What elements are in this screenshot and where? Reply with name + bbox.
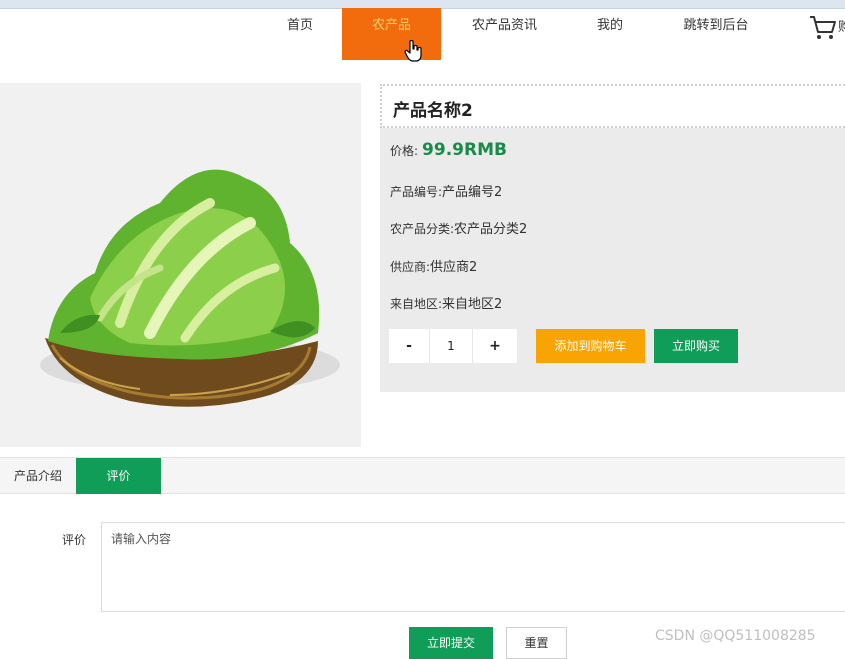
nav-item-admin[interactable]: 跳转到后台 xyxy=(674,8,758,60)
product-image xyxy=(0,83,361,447)
product-info-panel: 价格: 99.9RMB 产品编号:产品编号2 农产品分类:农产品分类2 供应商:供… xyxy=(380,128,845,392)
quantity-input[interactable]: 1 xyxy=(429,329,473,363)
region-row: 来自地区:来自地区2 xyxy=(390,293,502,312)
region-label: 来自地区: xyxy=(390,297,443,311)
nav-item-home[interactable]: 首页 xyxy=(270,8,330,60)
region-value: 来自地区2 xyxy=(442,297,503,312)
tab-product-intro[interactable]: 产品介绍 xyxy=(0,458,76,494)
watermark: CSDN @QQ511008285 xyxy=(655,628,816,644)
lettuce-basket-icon xyxy=(40,169,340,407)
category-row: 农产品分类:农产品分类2 xyxy=(390,218,527,237)
nav-item-mine[interactable]: 我的 xyxy=(586,8,634,60)
code-label: 产品编号: xyxy=(390,185,443,199)
supplier-row: 供应商:供应商2 xyxy=(390,256,477,275)
add-to-cart-button[interactable]: 添加到购物车 xyxy=(536,329,645,363)
top-navigation: 首页 农产品 农产品资讯 我的 跳转到后台 购 xyxy=(0,8,845,60)
price-row: 价格: 99.9RMB xyxy=(390,140,507,160)
category-label: 农产品分类: xyxy=(390,222,455,236)
category-value: 农产品分类2 xyxy=(454,222,528,237)
supplier-value: 供应商2 xyxy=(430,260,478,275)
cart-label: 购 xyxy=(838,20,845,35)
quantity-decrease-button[interactable]: - xyxy=(389,329,429,363)
cart-icon xyxy=(810,16,836,39)
review-placeholder: 请输入内容 xyxy=(111,532,172,546)
nav-item-products[interactable]: 农产品 xyxy=(342,8,441,60)
supplier-label: 供应商: xyxy=(390,260,431,274)
tab-reviews[interactable]: 评价 xyxy=(76,458,161,494)
review-label: 评价 xyxy=(62,533,87,547)
quantity-increase-button[interactable]: + xyxy=(473,329,517,363)
price-value: 99.9RMB xyxy=(422,140,507,160)
hand-cursor-icon xyxy=(404,40,422,62)
cart-link[interactable]: 购 xyxy=(808,14,845,44)
review-textarea[interactable]: 请输入内容 xyxy=(101,522,845,612)
reset-button[interactable]: 重置 xyxy=(506,627,567,659)
quantity-stepper: - 1 + xyxy=(389,329,519,363)
buy-now-button[interactable]: 立即购买 xyxy=(654,329,738,363)
product-name: 产品名称2 xyxy=(393,101,473,121)
price-label: 价格: xyxy=(390,144,419,158)
detail-tabs: 产品介绍 评价 xyxy=(0,457,845,494)
code-value: 产品编号2 xyxy=(442,185,503,200)
submit-review-button[interactable]: 立即提交 xyxy=(409,627,493,659)
product-title-box: 产品名称2 xyxy=(380,84,845,128)
code-row: 产品编号:产品编号2 xyxy=(390,181,502,200)
nav-item-news[interactable]: 农产品资讯 xyxy=(462,8,547,60)
